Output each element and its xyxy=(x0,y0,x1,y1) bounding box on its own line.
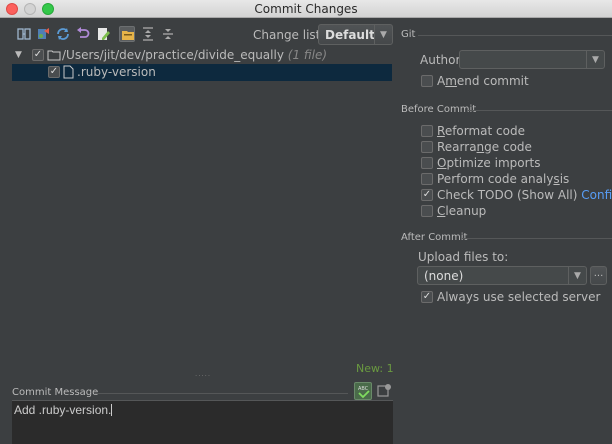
expand-triangle-icon[interactable]: ▼ xyxy=(15,50,22,60)
always-use-server-label: Always use selected server xyxy=(437,290,601,304)
tree-row-file[interactable]: .ruby-version xyxy=(12,64,392,81)
splitter-grip-icon[interactable]: ····· xyxy=(195,372,211,380)
chevron-down-icon: ▼ xyxy=(586,51,604,68)
text-caret xyxy=(111,404,113,416)
git-section-title: Git xyxy=(401,29,416,40)
file-icon xyxy=(63,65,74,79)
upload-server-value: (none) xyxy=(424,269,464,283)
commit-message-input[interactable]: Add .ruby-version. xyxy=(12,400,393,444)
check-todo-checkbox[interactable] xyxy=(421,189,433,201)
undo-icon[interactable] xyxy=(75,26,91,42)
reformat-code-checkbox[interactable] xyxy=(421,125,433,137)
cleanup-checkbox[interactable] xyxy=(421,205,433,217)
chevron-down-icon: ▼ xyxy=(568,267,586,284)
new-files-count: New: 1 xyxy=(356,362,394,375)
refresh-icon[interactable] xyxy=(55,26,71,42)
upload-server-dropdown[interactable]: (none) ▼ xyxy=(417,266,587,285)
divider xyxy=(418,35,612,36)
amend-commit-checkbox[interactable] xyxy=(421,75,433,87)
root-path: /Users/jit/dev/practice/divide_equally xyxy=(62,48,284,62)
divider xyxy=(468,110,612,111)
configure-todo-link[interactable]: Configure xyxy=(581,188,612,202)
changes-tree[interactable]: ▼ /Users/jit/dev/practice/divide_equally… xyxy=(12,46,392,359)
divider xyxy=(462,238,612,239)
commit-message-text: Add .ruby-version. xyxy=(14,403,112,417)
browse-servers-button[interactable]: ... xyxy=(590,266,607,285)
perform-code-analysis-checkbox[interactable] xyxy=(421,173,433,185)
root-file-count: (1 file) xyxy=(287,48,328,62)
optimize-imports-checkbox[interactable] xyxy=(421,157,433,169)
chevron-down-icon: ▼ xyxy=(374,25,392,44)
spellcheck-icon[interactable]: ABC xyxy=(354,382,372,400)
changelist-value: Default xyxy=(325,28,375,42)
changelist-dropdown[interactable]: Default ▼ xyxy=(318,24,393,45)
group-by-directory-icon[interactable] xyxy=(119,26,135,42)
changelist-label: Change list: xyxy=(253,28,325,42)
tree-row-root[interactable]: ▼ /Users/jit/dev/practice/divide_equally… xyxy=(12,47,392,64)
commit-message-label: Commit Message xyxy=(12,387,99,398)
upload-files-label: Upload files to: xyxy=(418,250,509,264)
edit-source-icon[interactable] xyxy=(95,26,111,42)
after-commit-section-title: After Commit xyxy=(401,232,468,243)
divider xyxy=(95,393,348,394)
vcs-diff-icon[interactable] xyxy=(16,26,32,42)
author-combo[interactable]: ▼ xyxy=(459,50,605,69)
file-name: .ruby-version xyxy=(77,65,156,79)
revert-icon[interactable] xyxy=(35,26,51,42)
before-commit-section-title: Before Commit xyxy=(401,104,477,115)
collapse-all-icon[interactable] xyxy=(160,26,176,42)
recent-messages-icon[interactable] xyxy=(375,382,393,400)
root-checkbox[interactable] xyxy=(32,49,44,61)
folder-icon xyxy=(47,49,61,61)
rearrange-code-checkbox[interactable] xyxy=(421,141,433,153)
file-checkbox[interactable] xyxy=(48,66,60,78)
title-bar: Commit Changes xyxy=(0,0,612,18)
author-label: Author: xyxy=(420,53,465,67)
always-use-server-checkbox[interactable] xyxy=(421,291,433,303)
svg-text:ABC: ABC xyxy=(358,386,369,392)
window-title: Commit Changes xyxy=(254,2,358,16)
expand-all-icon[interactable] xyxy=(140,26,156,42)
